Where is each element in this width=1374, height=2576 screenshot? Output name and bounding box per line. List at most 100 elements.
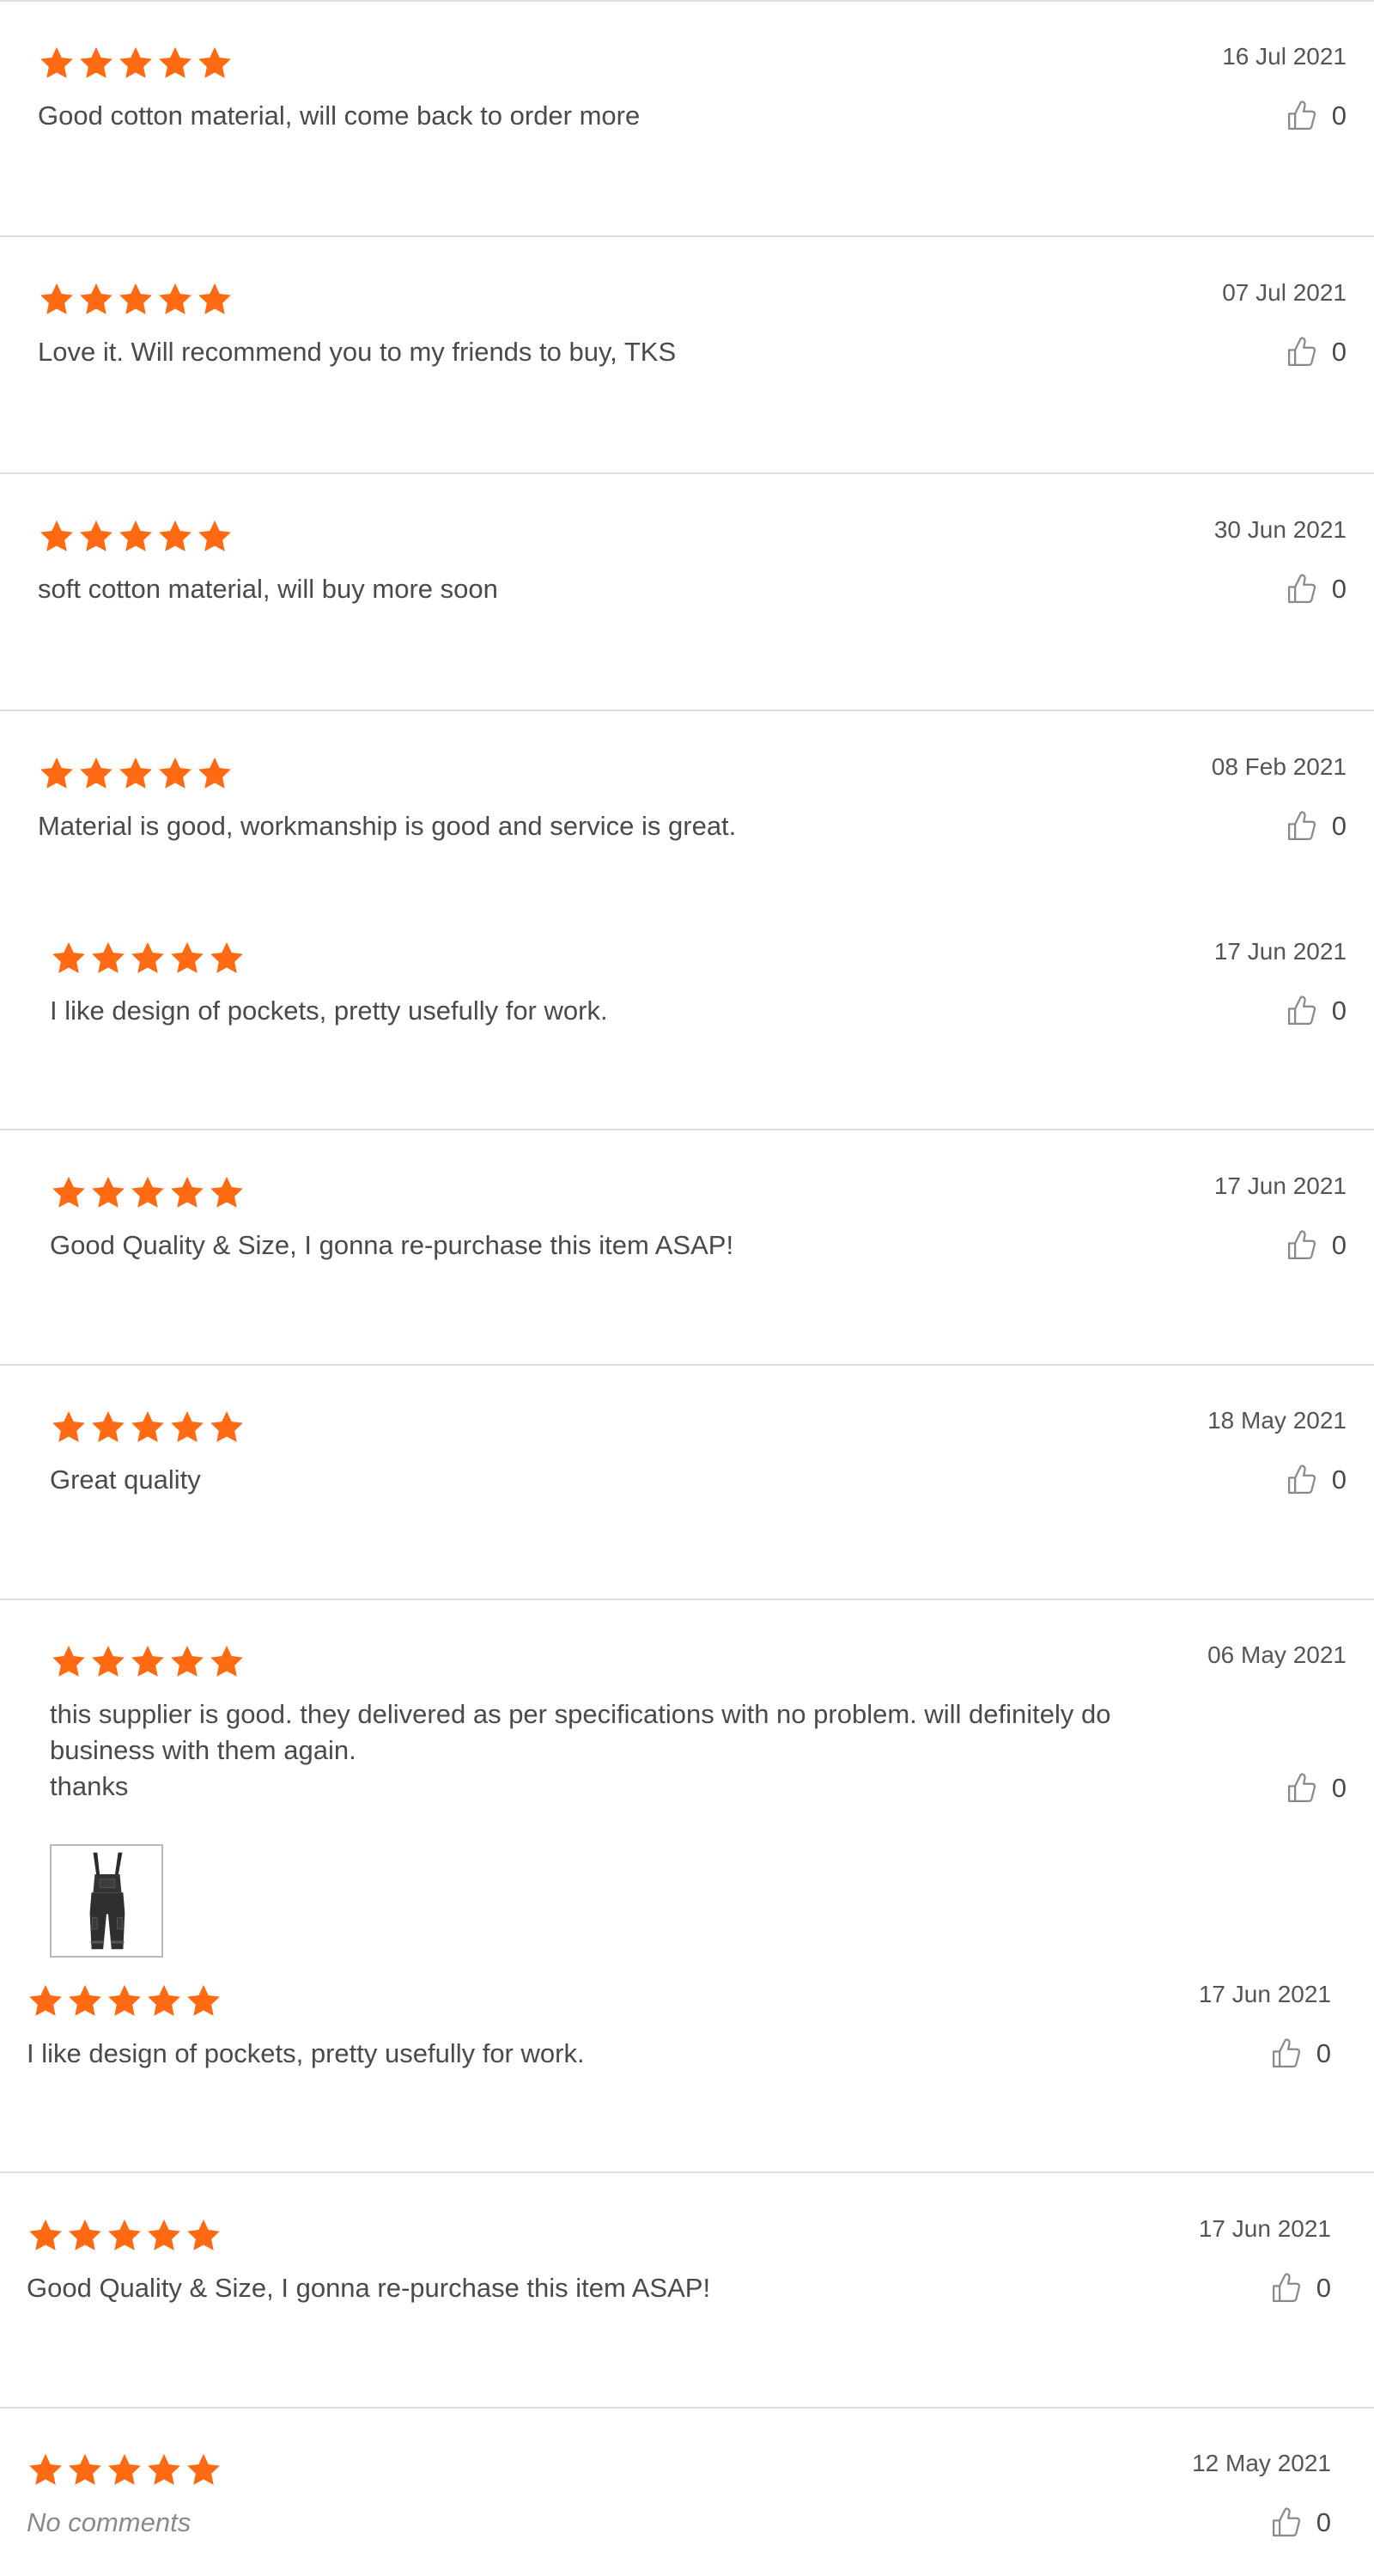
star-rating	[27, 1982, 222, 2020]
thumbs-up-icon	[1284, 1462, 1320, 1498]
star-icon	[27, 1982, 64, 2020]
like-button[interactable]: 0	[1284, 1462, 1347, 1498]
review-comment: Good cotton material, will come back to …	[38, 100, 641, 131]
like-count: 0	[1331, 337, 1347, 367]
review-item: 18 May 2021 Great quality 0	[50, 1407, 1347, 1538]
review-item: 08 Feb 2021 Material is good, workmanshi…	[38, 753, 1347, 884]
star-rating	[50, 1174, 246, 1212]
star-icon	[168, 1643, 206, 1681]
review-item: 06 May 2021 this supplier is good. they …	[50, 1641, 1347, 1963]
star-icon	[196, 755, 234, 793]
star-icon	[208, 1174, 246, 1212]
thumbs-up-icon	[1284, 808, 1320, 844]
star-icon	[38, 518, 76, 556]
star-icon	[106, 2217, 143, 2255]
like-count: 0	[1331, 1773, 1347, 1803]
star-icon	[145, 2451, 183, 2489]
review-item: 07 Jul 2021 Love it. Will recommend you …	[38, 279, 1347, 435]
review-date: 16 Jul 2021	[1222, 43, 1347, 70]
star-rating	[38, 755, 234, 793]
like-count: 0	[1331, 811, 1347, 841]
thumbs-up-icon	[1284, 993, 1320, 1029]
divider	[0, 1364, 1374, 1366]
like-button[interactable]: 0	[1284, 1227, 1347, 1264]
review-date: 17 Jun 2021	[1198, 2215, 1331, 2242]
review-item: 17 Jun 2021 I like design of pockets, pr…	[50, 938, 1347, 1069]
thumbs-up-icon	[1268, 2270, 1304, 2306]
star-icon	[117, 45, 155, 82]
divider	[0, 235, 1374, 237]
like-button[interactable]: 0	[1284, 334, 1347, 370]
star-icon	[156, 45, 194, 82]
star-icon	[50, 940, 88, 977]
star-icon	[129, 1643, 167, 1681]
star-icon	[50, 1643, 88, 1681]
star-icon	[129, 1409, 167, 1446]
star-icon	[50, 1409, 88, 1446]
star-rating	[50, 1643, 246, 1681]
like-button[interactable]: 0	[1284, 571, 1347, 607]
star-icon	[196, 281, 234, 319]
star-rating	[50, 940, 246, 977]
divider	[0, 1599, 1374, 1600]
star-icon	[208, 940, 246, 977]
thumbs-up-icon	[1284, 1227, 1320, 1264]
star-icon	[27, 2217, 64, 2255]
like-count: 0	[1331, 1230, 1347, 1260]
review-item: 30 Jun 2021 soft cotton material, will b…	[38, 516, 1347, 673]
star-icon	[117, 281, 155, 319]
divider	[0, 1129, 1374, 1130]
review-comment: Love it. Will recommend you to my friend…	[38, 337, 677, 367]
star-icon	[129, 940, 167, 977]
star-rating	[38, 281, 234, 319]
review-item: 12 May 2021 No comments 0	[27, 2450, 1331, 2572]
thumbs-up-icon	[1268, 2036, 1304, 2072]
divider	[0, 709, 1374, 711]
review-photo-thumbnail[interactable]	[50, 1844, 163, 1958]
thumbs-up-icon	[1284, 334, 1320, 370]
star-icon	[168, 1174, 206, 1212]
star-icon	[77, 518, 115, 556]
star-icon	[168, 1409, 206, 1446]
like-button[interactable]: 0	[1268, 2270, 1331, 2306]
star-icon	[89, 1409, 127, 1446]
review-comment: Material is good, workmanship is good an…	[38, 811, 737, 841]
thumbs-up-icon	[1284, 98, 1320, 134]
star-icon	[196, 45, 234, 82]
review-comment: soft cotton material, will buy more soon	[38, 574, 498, 604]
review-date: 12 May 2021	[1192, 2450, 1331, 2476]
star-icon	[27, 2451, 64, 2489]
star-icon	[66, 1982, 104, 2020]
review-date: 17 Jun 2021	[1198, 1981, 1331, 2007]
star-icon	[156, 281, 194, 319]
star-icon	[145, 2217, 183, 2255]
star-icon	[196, 518, 234, 556]
review-comment: I like design of pockets, pretty usefull…	[50, 996, 608, 1026]
like-button[interactable]: 0	[1268, 2505, 1331, 2541]
like-button[interactable]: 0	[1284, 98, 1347, 134]
star-icon	[66, 2217, 104, 2255]
star-icon	[77, 45, 115, 82]
review-date: 17 Jun 2021	[1213, 1172, 1347, 1199]
star-icon	[185, 2217, 222, 2255]
like-button[interactable]: 0	[1284, 993, 1347, 1029]
star-icon	[89, 1174, 127, 1212]
divider	[0, 2171, 1374, 2173]
star-icon	[185, 1982, 222, 2020]
star-icon	[66, 2451, 104, 2489]
review-item: 17 Jun 2021 Good Quality & Size, I gonna…	[50, 1172, 1347, 1303]
like-button[interactable]: 0	[1284, 808, 1347, 844]
review-comment: Good Quality & Size, I gonna re-purchase…	[50, 1230, 734, 1260]
like-count: 0	[1331, 1465, 1347, 1495]
star-icon	[145, 1982, 183, 2020]
review-item: 16 Jul 2021 Good cotton material, will c…	[38, 43, 1347, 199]
star-rating	[38, 45, 234, 82]
star-icon	[156, 518, 194, 556]
star-icon	[117, 518, 155, 556]
like-button[interactable]: 0	[1268, 2036, 1331, 2072]
thumbs-up-icon	[1284, 571, 1320, 607]
review-date: 18 May 2021	[1207, 1407, 1347, 1434]
star-icon	[89, 1643, 127, 1681]
star-icon	[38, 755, 76, 793]
like-button[interactable]: 0	[1284, 1770, 1347, 1806]
